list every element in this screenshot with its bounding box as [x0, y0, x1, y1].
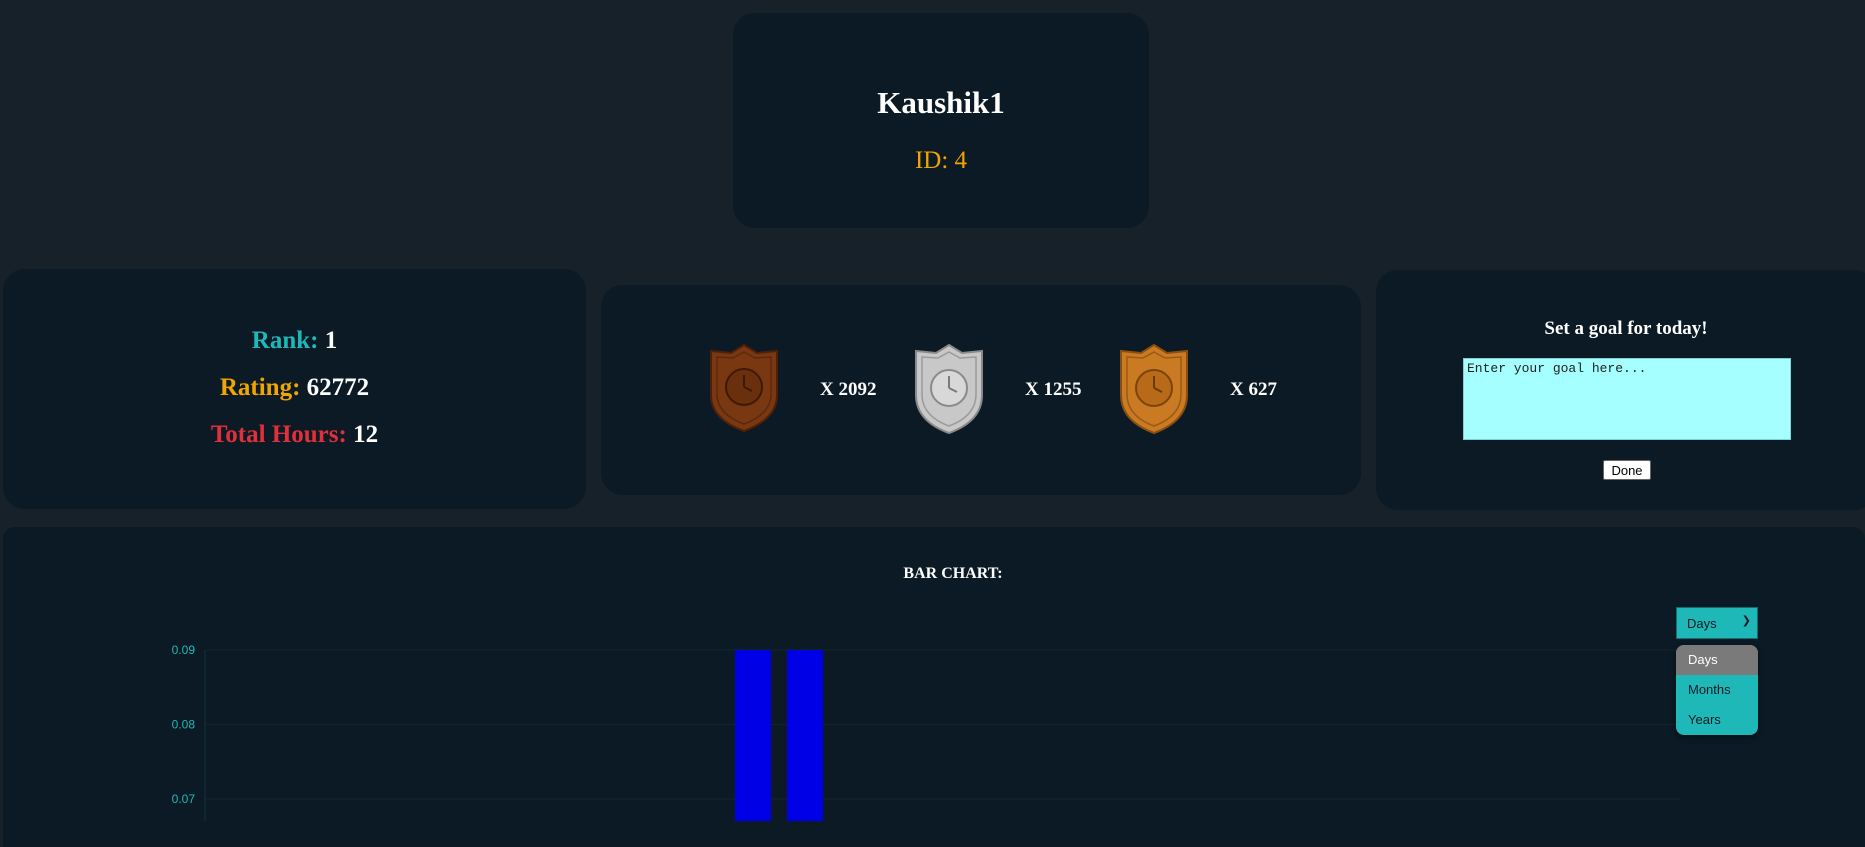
period-select-value: Days: [1687, 616, 1717, 631]
option-days[interactable]: Days: [1676, 645, 1758, 675]
bar-chart: 0.09 0.08 0.07: [172, 643, 1680, 821]
chevron-down-icon: ❯: [1741, 615, 1751, 627]
bar-2: [787, 650, 823, 821]
period-select[interactable]: Days ❯: [1676, 607, 1758, 639]
y-tick-label: 0.07: [172, 792, 196, 806]
option-months[interactable]: Months: [1676, 675, 1758, 705]
period-options-menu: Days Months Years: [1676, 645, 1758, 735]
option-years[interactable]: Years: [1676, 705, 1758, 735]
bar-1: [735, 650, 771, 821]
y-tick-label: 0.08: [172, 718, 196, 732]
y-tick-label: 0.09: [172, 643, 196, 657]
